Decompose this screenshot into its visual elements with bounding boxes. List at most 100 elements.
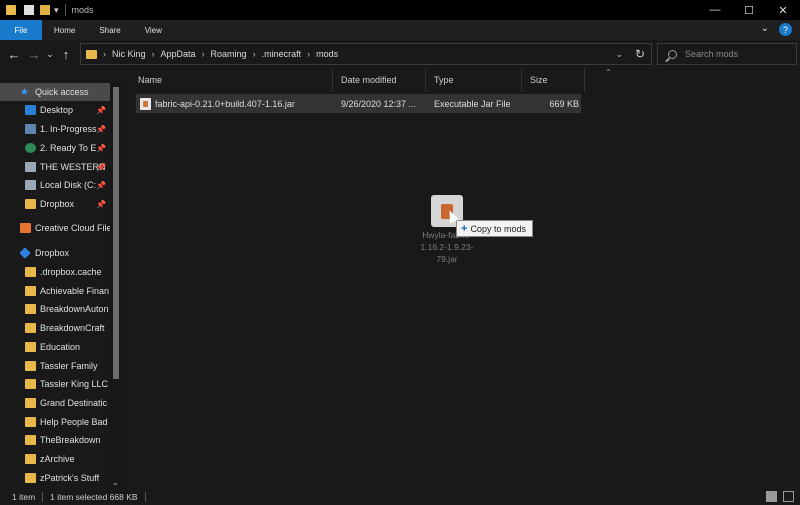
star-icon: ★: [20, 87, 29, 98]
file-list-pane[interactable]: ⌃ Name Date modified Type Size fabric-ap…: [130, 68, 800, 489]
folder-icon: [25, 435, 36, 445]
folder-icon: [25, 267, 36, 277]
chevron-right-icon[interactable]: ›: [253, 49, 256, 59]
sidebar-item-creative-cloud[interactable]: Creative Cloud File: [0, 219, 112, 237]
new-folder-icon[interactable]: [40, 5, 50, 15]
status-bar: 1 item 1 item selected 668 KB: [0, 489, 800, 505]
sidebar-item-help-people-bad[interactable]: Help People Bad: [0, 413, 110, 431]
folder-icon: [25, 417, 36, 427]
chevron-right-icon[interactable]: ›: [307, 49, 310, 59]
file-name-cell: fabric-api-0.21.0+build.407-1.16.jar: [140, 94, 334, 113]
tab-file[interactable]: File: [0, 20, 42, 40]
drop-tooltip: + Copy to mods: [456, 220, 533, 237]
tab-view[interactable]: View: [133, 20, 174, 40]
plus-icon: +: [461, 222, 468, 235]
sidebar-scrollbar[interactable]: ⌄: [110, 83, 122, 489]
sidebar-item-label: Education: [40, 342, 81, 352]
pin-icon: 📌: [96, 124, 106, 134]
folder-icon: [6, 5, 16, 15]
folder-icon: [25, 473, 36, 483]
search-input[interactable]: Search mods: [657, 43, 797, 65]
quick-access-toolbar-dropdown-icon[interactable]: ▾: [54, 5, 59, 16]
column-header-date-modified[interactable]: Date modified: [333, 68, 426, 92]
selection-info: 1 item selected 668 KB: [50, 492, 138, 502]
breadcrumb-nic-king[interactable]: Nic King: [112, 49, 146, 59]
pin-icon: 📌: [96, 199, 106, 209]
sidebar-item-achievable-finan[interactable]: Achievable Finan: [0, 282, 110, 300]
back-button[interactable]: ←: [4, 47, 24, 62]
breadcrumb-minecraft[interactable]: .minecraft: [262, 49, 302, 59]
sidebar-item-label: Dropbox: [35, 248, 70, 258]
chevron-right-icon[interactable]: ›: [202, 49, 205, 59]
sidebar-item-local-disk[interactable]: Local Disk (C: 📌: [0, 176, 110, 194]
file-size: 669 KB: [549, 98, 579, 109]
sidebar-item-thebreakdown[interactable]: TheBreakdown: [0, 431, 110, 449]
maximize-button[interactable]: ☐: [732, 0, 766, 20]
close-button[interactable]: ✕: [766, 0, 800, 20]
sidebar-item-label: 1. In-Progress: [40, 124, 97, 134]
sidebar-item-in-progress[interactable]: 1. In-Progress 📌: [0, 120, 110, 138]
help-icon[interactable]: ?: [779, 23, 792, 36]
sidebar-item-desktop[interactable]: Desktop 📌: [0, 101, 110, 119]
desktop-icon: [25, 105, 36, 115]
sidebar-item-label: Local Disk (C:: [40, 180, 97, 190]
column-header-size[interactable]: Size: [522, 68, 585, 92]
address-bar[interactable]: › Nic King › AppData › Roaming › .minecr…: [80, 43, 652, 65]
file-row[interactable]: fabric-api-0.21.0+build.407-1.16.jar 9/2…: [136, 94, 581, 113]
file-type: Executable Jar File: [434, 98, 511, 109]
sidebar-item-dropbox-pinned[interactable]: Dropbox 📌: [0, 195, 110, 213]
sidebar-item-label: Desktop: [40, 105, 74, 115]
up-button[interactable]: ↑: [56, 47, 76, 62]
search-placeholder: Search mods: [685, 49, 739, 59]
pin-icon: 📌: [96, 180, 106, 190]
breadcrumb-mods[interactable]: mods: [316, 49, 338, 59]
large-icons-view-icon[interactable]: [783, 491, 794, 502]
minimize-button[interactable]: —: [698, 0, 732, 20]
sidebar-item-zarchive[interactable]: zArchive: [0, 450, 110, 468]
sidebar-item-ready-to[interactable]: 2. Ready To E 📌: [0, 139, 110, 157]
sidebar-item-zpatricks-stuff[interactable]: zPatrick's Stuff: [0, 469, 110, 487]
divider: [144, 492, 146, 502]
sidebar-item-the-western[interactable]: THE WESTERN 📌: [0, 158, 110, 176]
scrollbar-thumb[interactable]: [113, 87, 119, 379]
column-header-type[interactable]: Type: [426, 68, 522, 92]
sidebar-item-breakdowncraft[interactable]: BreakdownCraft: [0, 319, 110, 337]
sidebar-item-tassler-king-llc[interactable]: Tassler King LLC: [0, 375, 110, 393]
tab-share[interactable]: Share: [87, 20, 132, 40]
breadcrumb-appdata[interactable]: AppData: [161, 49, 196, 59]
sidebar-item-education[interactable]: Education: [0, 338, 110, 356]
sidebar-item-dropbox-cache[interactable]: .dropbox.cache: [0, 263, 110, 281]
title-bar: ▾ mods — ☐ ✕: [0, 0, 800, 20]
forward-button[interactable]: →: [24, 47, 44, 62]
sidebar-item-tassler-family[interactable]: Tassler Family: [0, 357, 110, 375]
tab-home[interactable]: Home: [42, 20, 87, 40]
recent-locations-dropdown[interactable]: ⌄: [44, 49, 56, 60]
sidebar-item-breakdownauton[interactable]: BreakdownAuton: [0, 300, 110, 318]
breadcrumb-roaming[interactable]: Roaming: [211, 49, 247, 59]
sidebar-item-label: Dropbox: [40, 199, 75, 209]
expand-ribbon-icon[interactable]: ⌄: [761, 23, 769, 36]
item-count: 1 item: [12, 492, 36, 502]
sidebar-item-label: zPatrick's Stuff: [40, 473, 100, 483]
chevron-right-icon[interactable]: ›: [103, 49, 106, 59]
sidebar-item-label: BreakdownCraft: [40, 323, 105, 333]
globe-icon: [25, 143, 36, 153]
dropbox-icon: [19, 247, 31, 259]
folder-icon: [25, 361, 36, 371]
chevron-right-icon[interactable]: ›: [152, 49, 155, 59]
sidebar-item-dropbox[interactable]: Dropbox: [0, 244, 110, 262]
refresh-icon[interactable]: ↻: [635, 47, 645, 61]
navigation-pane: ★ Quick access Desktop 📌 1. In-Progress …: [0, 79, 122, 489]
details-view-icon[interactable]: [766, 491, 777, 502]
address-dropdown-icon[interactable]: ⌄: [615, 49, 623, 60]
sidebar-item-quick-access[interactable]: ★ Quick access: [0, 83, 110, 101]
sidebar-item-label: Creative Cloud File: [35, 223, 112, 233]
folder-icon: [25, 379, 36, 389]
drive-icon: [25, 180, 36, 190]
sort-indicator-icon: ⌃: [605, 68, 612, 77]
column-header-name[interactable]: Name: [130, 68, 333, 92]
scroll-down-arrow-icon[interactable]: ⌄: [112, 478, 119, 487]
properties-icon[interactable]: [24, 5, 34, 15]
folder-icon: [25, 342, 36, 352]
sidebar-item-grand-destinatic[interactable]: Grand Destinatic: [0, 394, 110, 412]
